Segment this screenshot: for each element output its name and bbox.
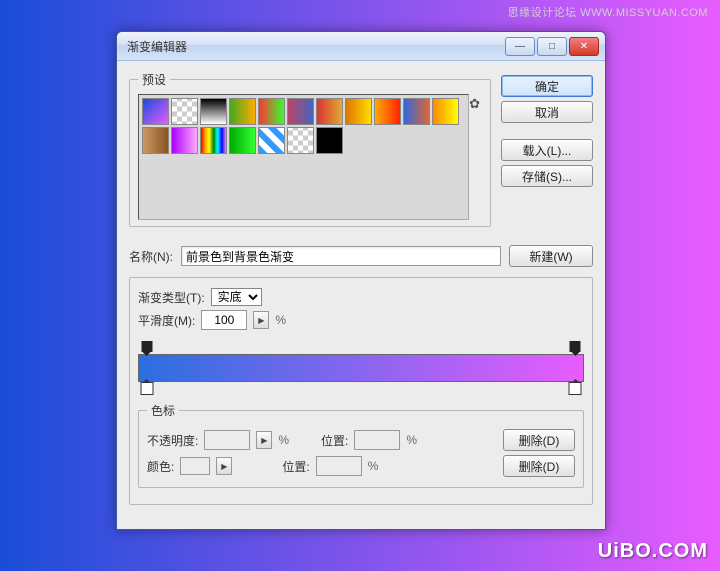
gradient-settings-fieldset: 渐变类型(T): 实底 平滑度(M): ▶ %: [129, 277, 593, 505]
ok-button[interactable]: 确定: [501, 75, 593, 97]
save-button[interactable]: 存储(S)...: [501, 165, 593, 187]
preset-menu-gear-icon[interactable]: ✿: [469, 96, 480, 220]
color-spin-icon: ▶: [216, 457, 232, 475]
smoothness-label: 平滑度(M):: [138, 312, 195, 329]
opacity-unit: %: [278, 433, 289, 447]
opacity-label: 不透明度:: [147, 432, 198, 449]
color-position-input: [316, 456, 362, 476]
preset-swatch[interactable]: [345, 98, 372, 125]
preset-swatch[interactable]: [316, 98, 343, 125]
opacity-input: [204, 430, 250, 450]
opacity-position-label: 位置:: [321, 432, 348, 449]
preset-swatch[interactable]: [316, 127, 343, 154]
color-swatch-button: [180, 457, 210, 475]
smoothness-input[interactable]: [201, 310, 247, 330]
preset-swatch[interactable]: [287, 98, 314, 125]
gradient-type-select[interactable]: 实底: [211, 288, 262, 306]
load-button[interactable]: 载入(L)...: [501, 139, 593, 161]
smoothness-unit: %: [275, 313, 286, 327]
minimize-button[interactable]: —: [505, 37, 535, 56]
preset-swatch[interactable]: [432, 98, 459, 125]
cancel-button[interactable]: 取消: [501, 101, 593, 123]
opacity-stop-handle[interactable]: [570, 341, 581, 352]
smoothness-spin-icon[interactable]: ▶: [253, 311, 269, 329]
preset-legend: 预设: [138, 71, 170, 88]
preset-swatch[interactable]: [200, 98, 227, 125]
preset-fieldset: 预设: [129, 71, 491, 227]
color-stop-handle[interactable]: [140, 382, 153, 395]
titlebar[interactable]: 渐变编辑器 — □ ✕: [117, 32, 605, 61]
color-position-unit: %: [368, 459, 379, 473]
preset-swatch[interactable]: [258, 98, 285, 125]
color-position-label: 位置:: [282, 458, 309, 475]
gradient-preview-bar[interactable]: [138, 354, 584, 382]
name-input[interactable]: [181, 246, 501, 266]
preset-swatch[interactable]: [403, 98, 430, 125]
color-label: 颜色:: [147, 458, 174, 475]
watermark-top: 思缘设计论坛 WWW.MISSYUAN.COM: [508, 4, 708, 20]
preset-swatch[interactable]: [200, 127, 227, 154]
gradient-type-label: 渐变类型(T):: [138, 289, 205, 306]
opacity-spin-icon: ▶: [256, 431, 272, 449]
preset-swatch-area[interactable]: [138, 94, 469, 220]
color-stop-track[interactable]: [138, 382, 584, 396]
delete-color-stop-button[interactable]: 删除(D): [503, 455, 575, 477]
color-stops-legend: 色标: [147, 402, 179, 419]
preset-swatch[interactable]: [142, 98, 169, 125]
opacity-stop-track[interactable]: [138, 340, 584, 354]
maximize-button[interactable]: □: [537, 37, 567, 56]
color-stop-handle[interactable]: [569, 382, 582, 395]
delete-opacity-stop-button[interactable]: 删除(D): [503, 429, 575, 451]
preset-swatch[interactable]: [229, 127, 256, 154]
preset-swatch[interactable]: [374, 98, 401, 125]
preset-swatch[interactable]: [287, 127, 314, 154]
preset-swatch[interactable]: [258, 127, 285, 154]
gradient-editor-window: 渐变编辑器 — □ ✕ 预设: [116, 31, 606, 530]
window-title: 渐变编辑器: [123, 38, 505, 55]
preset-swatch[interactable]: [171, 127, 198, 154]
opacity-position-unit: %: [406, 433, 417, 447]
color-stops-fieldset: 色标 不透明度: ▶ % 位置: % 删除(D) 颜色: ▶: [138, 402, 584, 488]
close-button[interactable]: ✕: [569, 37, 599, 56]
new-button[interactable]: 新建(W): [509, 245, 593, 267]
preset-swatch[interactable]: [142, 127, 169, 154]
opacity-position-input: [354, 430, 400, 450]
opacity-stop-handle[interactable]: [141, 341, 152, 352]
watermark-bottom: UiBO.COM: [598, 540, 708, 563]
preset-swatch[interactable]: [229, 98, 256, 125]
name-label: 名称(N):: [129, 248, 173, 265]
preset-swatch[interactable]: [171, 98, 198, 125]
